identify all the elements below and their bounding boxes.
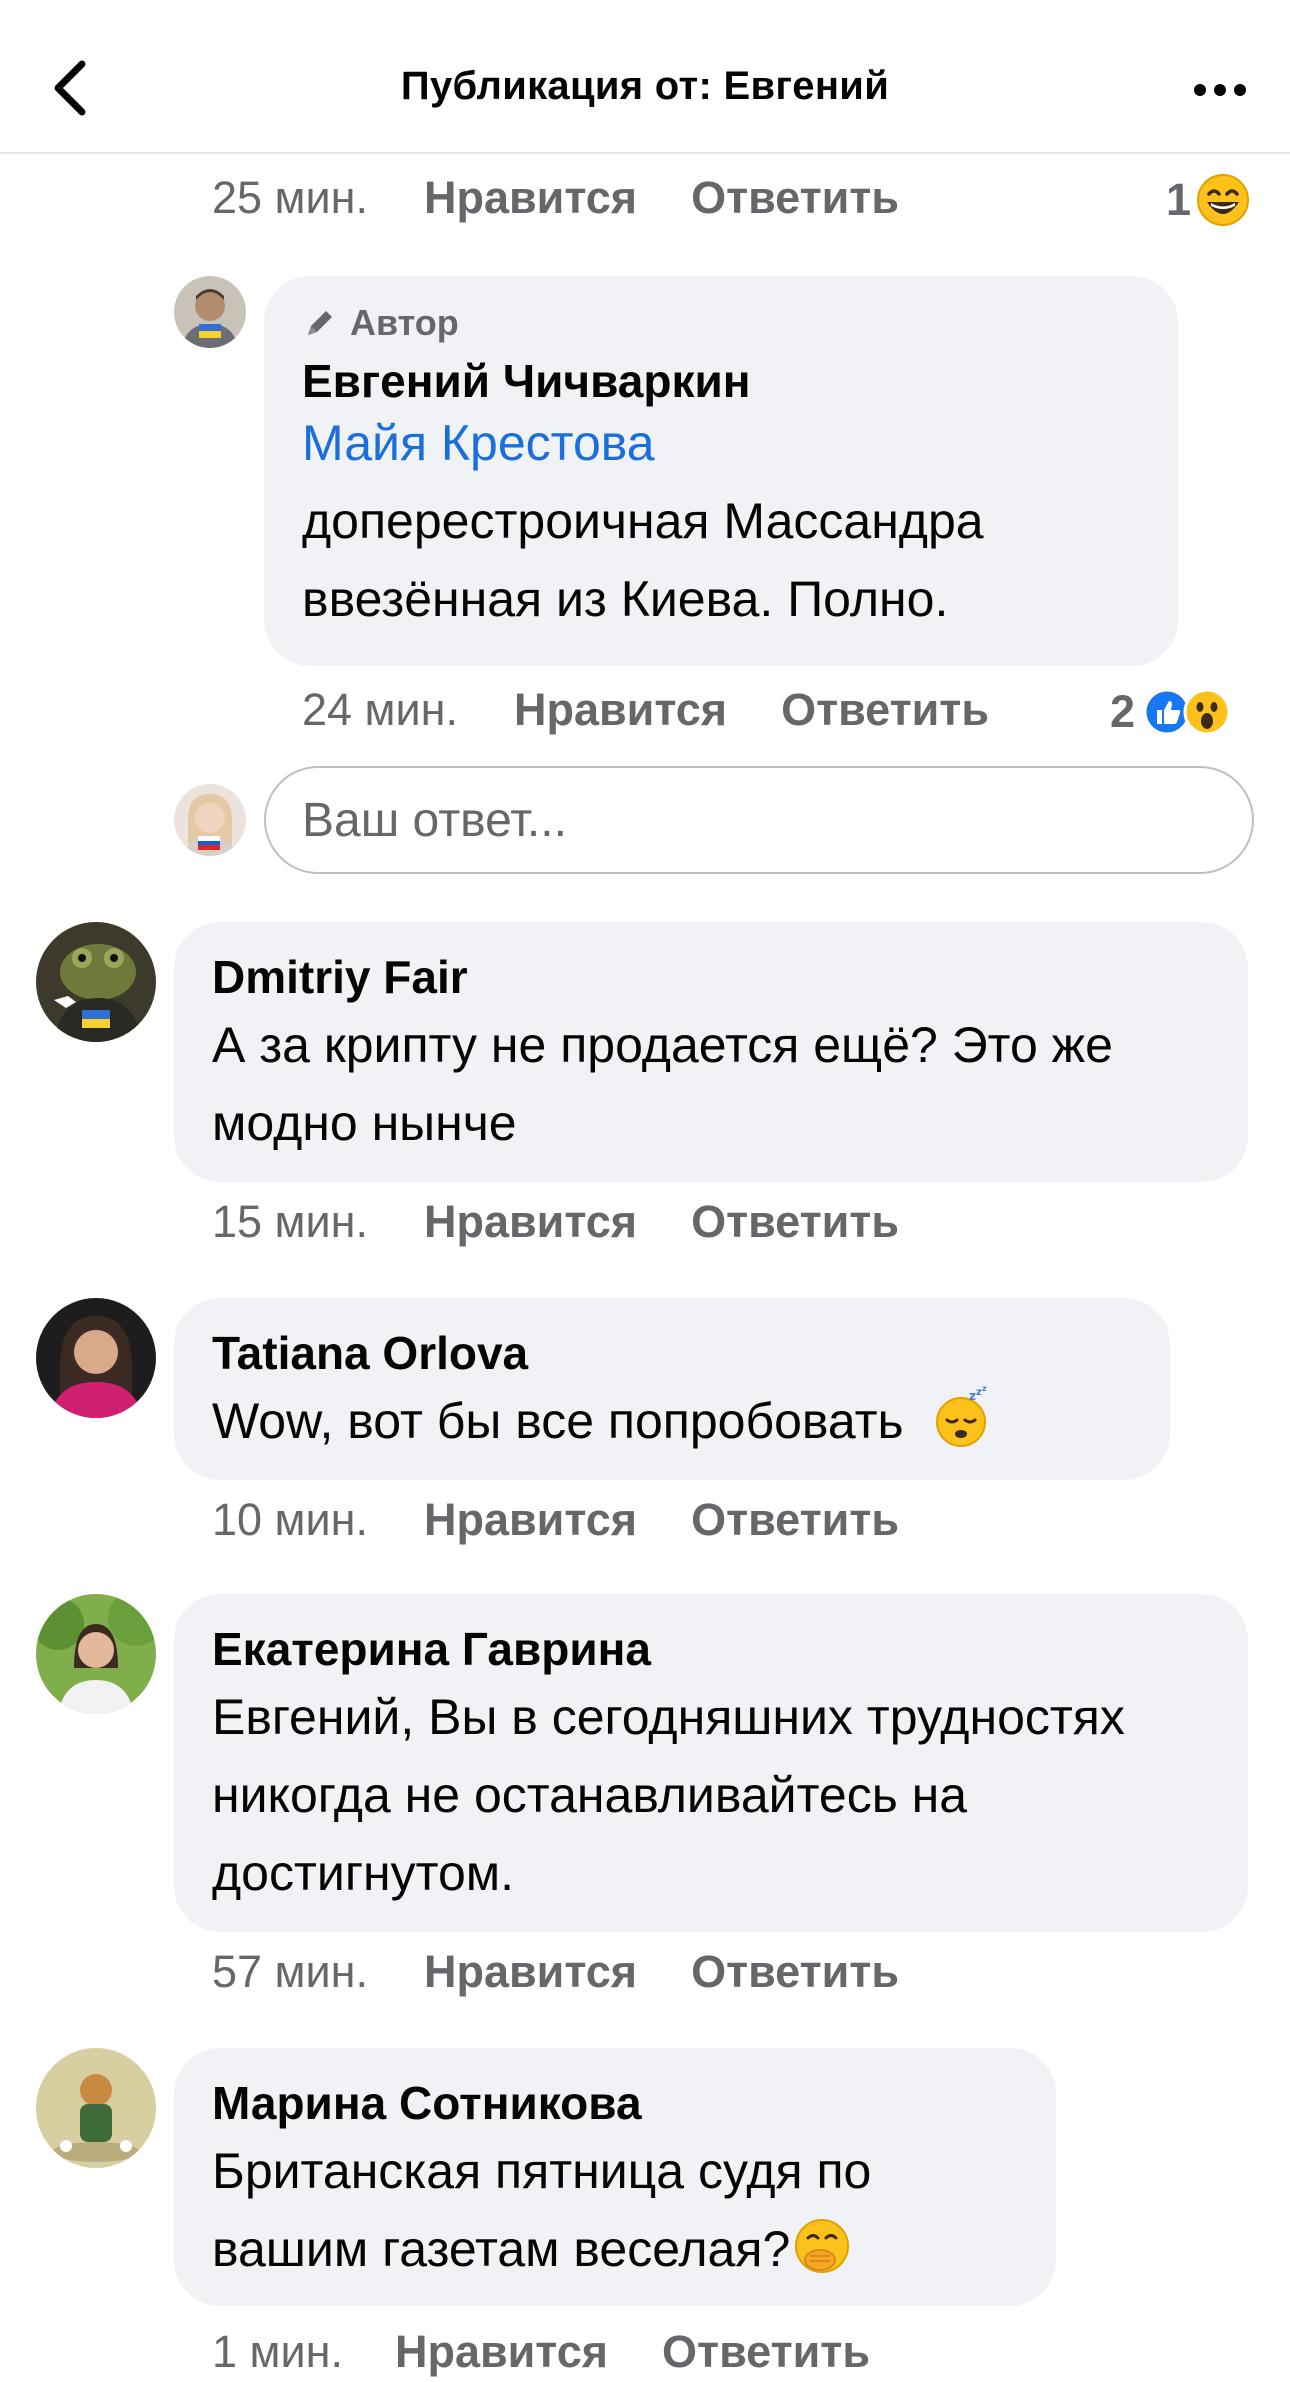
comment-time: 25 мин.	[212, 172, 368, 223]
comment-author-name[interactable]: Tatiana Orlova	[212, 1326, 1170, 1380]
like-button[interactable]: Нравится	[424, 1196, 637, 1248]
comment-meta-row: 57 мин. Нравится Ответить	[212, 1942, 899, 2002]
comment-author-name[interactable]: Марина Сотникова	[212, 2076, 1056, 2130]
comment-text: Wow, вот бы все попробовать z z z	[212, 1382, 1170, 1460]
svg-text:z: z	[982, 1386, 987, 1393]
avatar[interactable]	[36, 2048, 156, 2168]
reply-input-placeholder: Ваш ответ...	[302, 793, 567, 847]
svg-text:z: z	[969, 1389, 976, 1403]
comment-text: А за крипту не продается ещё? Это же мод…	[212, 1017, 1113, 1151]
comment-time: 1 мин.	[212, 2326, 343, 2377]
avatar[interactable]	[36, 1298, 156, 1418]
like-button[interactable]: Нравится	[424, 1494, 637, 1546]
avatar[interactable]	[36, 1594, 156, 1714]
reply-bubble: Автор Евгений Чичваркин Майя Крестова до…	[264, 276, 1178, 666]
reply-input[interactable]: Ваш ответ...	[264, 766, 1254, 874]
comment-time: 10 мин.	[212, 1494, 368, 1545]
reply-button[interactable]: Ответить	[691, 1494, 899, 1546]
comment-meta-row: 15 мин. Нравится Ответить	[212, 1192, 899, 1252]
comment-time: 57 мин.	[212, 1946, 368, 1997]
like-button[interactable]: Нравится	[424, 1946, 637, 1998]
reaction-summary[interactable]: 1	[1166, 172, 1251, 228]
reaction-count: 2	[1110, 686, 1136, 737]
comment-author-name[interactable]: Dmitriy Fair	[212, 950, 1248, 1004]
author-badge-label: Автор	[350, 302, 459, 343]
comment-author-name[interactable]: Евгений Чичваркин	[302, 354, 1178, 408]
comment-text: Майя Крестова доперестроичная Массандра …	[302, 404, 1182, 638]
comment-bubble: Марина Сотникова Британская пятница судя…	[174, 2048, 1056, 2306]
reply-button[interactable]: Ответить	[662, 2326, 870, 2378]
comment-text: Евгений, Вы в сегодняшних трудностях ник…	[212, 1689, 1125, 1901]
more-dots-icon[interactable]	[1190, 70, 1250, 110]
top-bar: Публикация от: Евгений	[0, 0, 1290, 154]
avatar	[174, 784, 246, 856]
like-button[interactable]: Нравится	[424, 172, 637, 224]
avatar[interactable]	[174, 276, 246, 348]
flag-icon	[198, 836, 220, 850]
like-button[interactable]: Нравится	[514, 684, 727, 736]
mention-link[interactable]: Майя Крестова	[302, 404, 1182, 482]
flag-icon	[82, 1010, 110, 1028]
like-button[interactable]: Нравится	[395, 2326, 608, 2378]
reaction-count: 1	[1166, 174, 1192, 225]
comment-time: 24 мин.	[302, 684, 458, 735]
page-title: Публикация от: Евгений	[400, 64, 890, 108]
flag-icon	[199, 324, 221, 338]
comment-bubble: Екатерина Гаврина Евгений, Вы в сегодняш…	[174, 1594, 1248, 1932]
laugh-emoji-icon	[1197, 174, 1250, 226]
reply-button[interactable]: Ответить	[691, 1946, 899, 1998]
comment-meta-row: 25 мин. Нравится Ответить	[212, 168, 899, 228]
comment-text: Британская пятница судя по вашим газетам…	[212, 2132, 1032, 2288]
comment-bubble: Tatiana Orlova Wow, вот бы все попробова…	[174, 1298, 1170, 1480]
wow-reaction-icon	[1183, 688, 1231, 736]
comment-body: Wow, вот бы все попробовать	[212, 1393, 904, 1449]
comment-body: Британская пятница судя по вашим газетам…	[212, 2143, 872, 2277]
comment-meta-row: 10 мин. Нравится Ответить	[212, 1490, 899, 1550]
pencil-icon	[308, 311, 332, 335]
reply-button[interactable]: Ответить	[691, 172, 899, 224]
sleepy-emoji-icon: z z z	[936, 1386, 987, 1447]
comment-bubble: Dmitriy Fair А за крипту не продается ещ…	[174, 922, 1248, 1182]
comment-body: доперестроичная Массандра ввезённая из К…	[302, 493, 984, 627]
reply-button[interactable]: Ответить	[691, 1196, 899, 1248]
reply-button[interactable]: Ответить	[781, 684, 989, 736]
comment-time: 15 мин.	[212, 1196, 368, 1247]
avatar[interactable]	[36, 922, 156, 1042]
reaction-summary[interactable]: 2	[1110, 684, 1231, 740]
author-badge: Автор	[302, 302, 1178, 344]
comment-author-name[interactable]: Екатерина Гаврина	[212, 1622, 1248, 1676]
comment-meta-row: 1 мин. Нравится Ответить	[212, 2322, 870, 2382]
comment-meta-row: 24 мин. Нравится Ответить	[302, 680, 989, 740]
hand-over-mouth-emoji-icon	[795, 2219, 850, 2273]
